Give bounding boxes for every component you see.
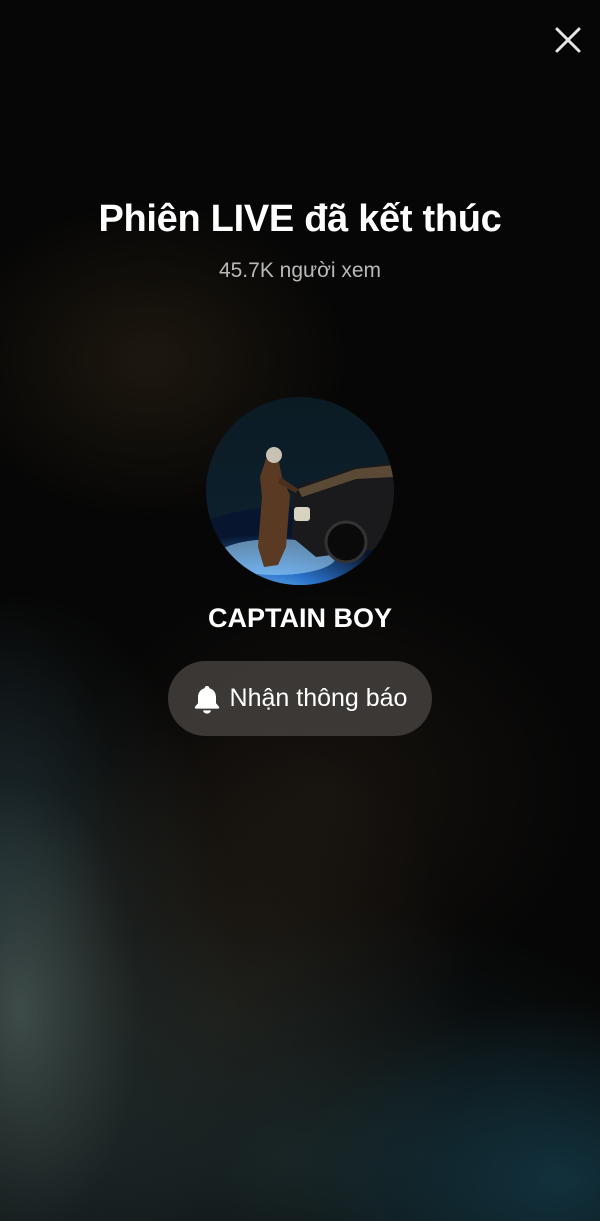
viewer-count: 45.7K người xem	[218, 259, 382, 282]
host-avatar[interactable]	[206, 397, 394, 585]
get-notifications-label: Nhận thông báo	[229, 684, 408, 712]
close-icon	[555, 27, 581, 53]
live-ended-title: Phiên LIVE đã kết thúc	[98, 198, 502, 240]
avatar-photo	[206, 397, 394, 585]
get-notifications-button[interactable]: Nhận thông báo	[168, 661, 432, 736]
host-name[interactable]: CAPTAIN BOY	[0, 603, 600, 634]
bell-icon	[193, 684, 221, 714]
close-button[interactable]	[554, 26, 582, 54]
